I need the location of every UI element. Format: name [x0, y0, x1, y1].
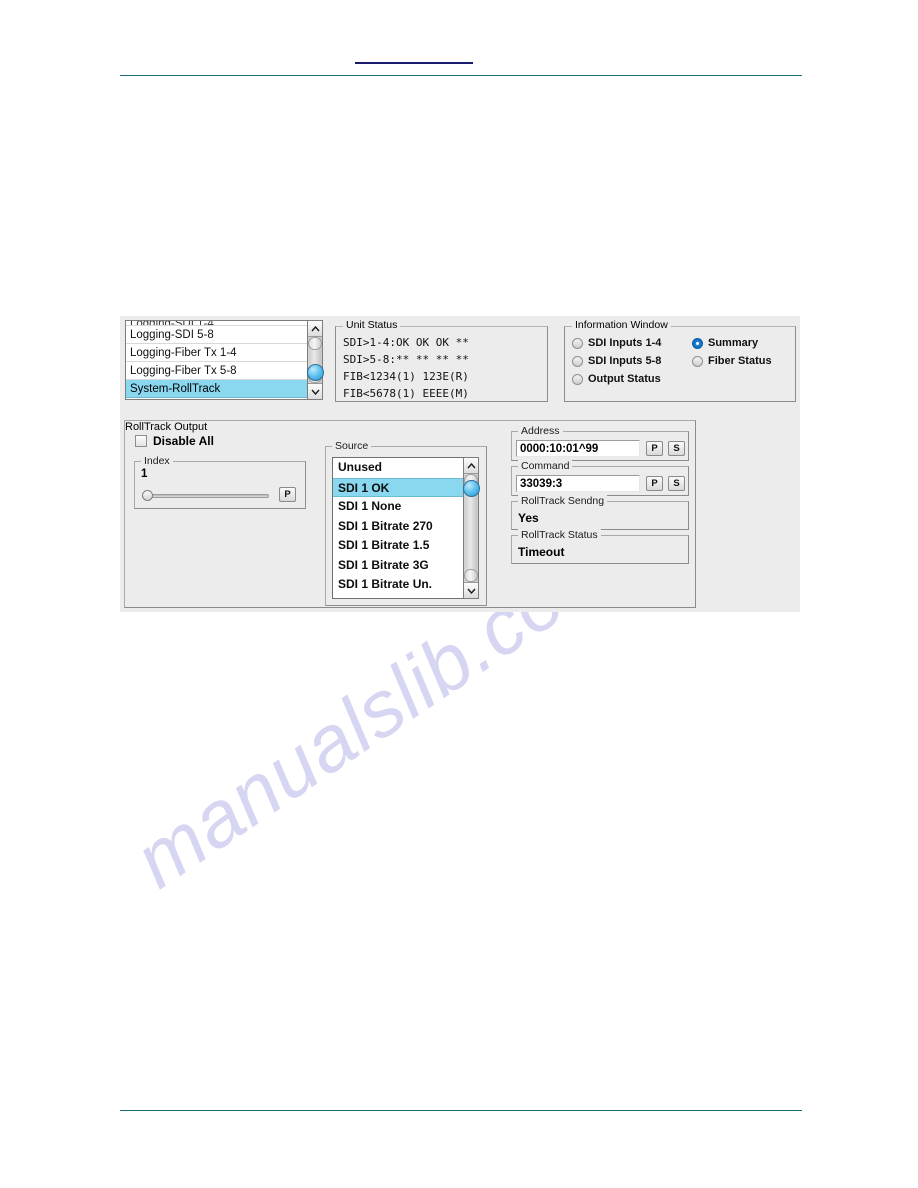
address-input[interactable]: 0000:10:01^99 [516, 440, 640, 457]
radio-output-status[interactable]: Output Status [572, 373, 661, 385]
radio-sdi-inputs-5-8[interactable]: SDI Inputs 5-8 [572, 355, 661, 367]
list-item[interactable]: Logging-Fiber Tx 5-8 [126, 362, 322, 380]
index-group: Index 1 P [134, 455, 306, 509]
index-title: Index [141, 455, 173, 467]
list-item[interactable]: SDI 1 Bitrate 270 [333, 517, 463, 537]
radio-sdi-inputs-1-4[interactable]: SDI Inputs 1-4 [572, 337, 661, 349]
source-list-scrollbar[interactable] [463, 457, 480, 599]
rolltrack-sending-value: Yes [518, 511, 539, 525]
radio-icon [692, 355, 703, 367]
list-item[interactable]: Logging-SDI 5-8 [126, 326, 322, 344]
rolltrack-sending-group: RollTrack Sendng Yes [511, 495, 689, 530]
radio-icon [572, 373, 583, 385]
slider-knob[interactable] [142, 490, 153, 501]
radio-label: Output Status [588, 373, 661, 385]
address-title: Address [518, 425, 563, 437]
rolltrack-status-title: RollTrack Status [518, 529, 601, 541]
unit-status-line: FIB<1234(1) 123E(R) [343, 370, 469, 383]
address-set-button[interactable]: S [668, 441, 685, 456]
checkbox-icon [135, 435, 147, 447]
disable-all-checkbox[interactable]: Disable All [135, 434, 214, 448]
function-list-scrollbar[interactable] [307, 320, 324, 400]
source-group: Source Unused SDI 1 OK SDI 1 None SDI 1 … [325, 440, 487, 606]
list-item-selected[interactable]: System-RollTrack [126, 380, 322, 398]
command-group: Command 33039:3 P S [511, 460, 689, 496]
radio-summary[interactable]: Summary [692, 337, 758, 349]
scroll-down-icon[interactable] [464, 582, 478, 598]
radio-fiber-status[interactable]: Fiber Status [692, 355, 772, 367]
list-item[interactable]: SDI 1 Bitrate 1.5 [333, 536, 463, 556]
radio-icon-selected [692, 337, 703, 349]
radio-label: Summary [708, 337, 759, 349]
rolltrack-status-value: Timeout [518, 545, 565, 559]
index-value: 1 [141, 468, 148, 480]
list-item[interactable]: SDI 1 Bitrate Un. [333, 575, 463, 595]
scrollbar-cap-top [308, 337, 322, 350]
radio-label: SDI Inputs 5-8 [588, 355, 662, 367]
information-window-title: Information Window [572, 319, 671, 331]
rolltrack-output-group: RollTrack Output Disable All Index 1 P S… [124, 420, 696, 608]
command-value: 33039:3 [520, 478, 563, 490]
radio-icon [572, 337, 583, 349]
list-item-selected[interactable]: SDI 1 OK [333, 477, 463, 497]
radio-icon [572, 355, 583, 367]
function-list[interactable]: Logging-SDI 1-4 Logging-SDI 5-8 Logging-… [125, 320, 323, 400]
address-group: Address 0000:10:01^99 P S [511, 425, 689, 461]
rolltrack-status-group: RollTrack Status Timeout [511, 529, 689, 564]
rolltrack-fields: Address 0000:10:01^99 P S Command 33039:… [511, 425, 689, 569]
radio-label: Fiber Status [708, 355, 772, 367]
disable-all-label: Disable All [153, 434, 214, 448]
index-slider[interactable] [142, 489, 269, 501]
scroll-down-icon[interactable] [308, 383, 322, 399]
command-set-button[interactable]: S [668, 476, 685, 491]
source-title: Source [332, 440, 372, 452]
command-preset-button[interactable]: P [646, 476, 663, 491]
scrollbar-cap-bottom [464, 569, 478, 582]
scroll-up-icon[interactable] [464, 458, 478, 474]
list-item[interactable]: Unused [333, 458, 463, 478]
rolltrack-sending-title: RollTrack Sendng [518, 495, 608, 507]
command-title: Command [518, 460, 573, 472]
list-item[interactable]: SDI 1 Bitrate 3G [333, 556, 463, 576]
unit-status-panel: Unit Status SDI>1-4:OK OK OK ** SDI>5-8:… [335, 316, 548, 402]
header-underline [355, 62, 473, 64]
footer-divider-rule [120, 1110, 802, 1111]
address-value: 0000:10:01^99 [520, 443, 599, 455]
scroll-up-icon[interactable] [308, 321, 322, 337]
unit-status-line: SDI>1-4:OK OK OK ** [343, 336, 469, 349]
address-preset-button[interactable]: P [646, 441, 663, 456]
list-item[interactable]: Logging-Fiber Tx 1-4 [126, 344, 322, 362]
scrollbar-thumb[interactable] [307, 364, 324, 381]
header-divider-rule [120, 75, 802, 76]
source-list[interactable]: Unused SDI 1 OK SDI 1 None SDI 1 Bitrate… [332, 457, 464, 599]
information-window-panel: Information Window SDI Inputs 1-4 SDI In… [564, 316, 796, 402]
unit-status-line: FIB<5678(1) EEEE(M) [343, 387, 469, 400]
unit-status-line: SDI>5-8:** ** ** ** [343, 353, 469, 366]
unit-status-title: Unit Status [343, 319, 401, 331]
command-input[interactable]: 33039:3 [516, 475, 640, 492]
slider-rail [142, 494, 269, 498]
index-preset-button[interactable]: P [279, 487, 296, 502]
application-window: Logging-SDI 1-4 Logging-SDI 5-8 Logging-… [120, 316, 800, 612]
list-item[interactable]: SDI 1 None [333, 497, 463, 517]
scrollbar-thumb[interactable] [463, 480, 480, 497]
radio-label: SDI Inputs 1-4 [588, 337, 662, 349]
